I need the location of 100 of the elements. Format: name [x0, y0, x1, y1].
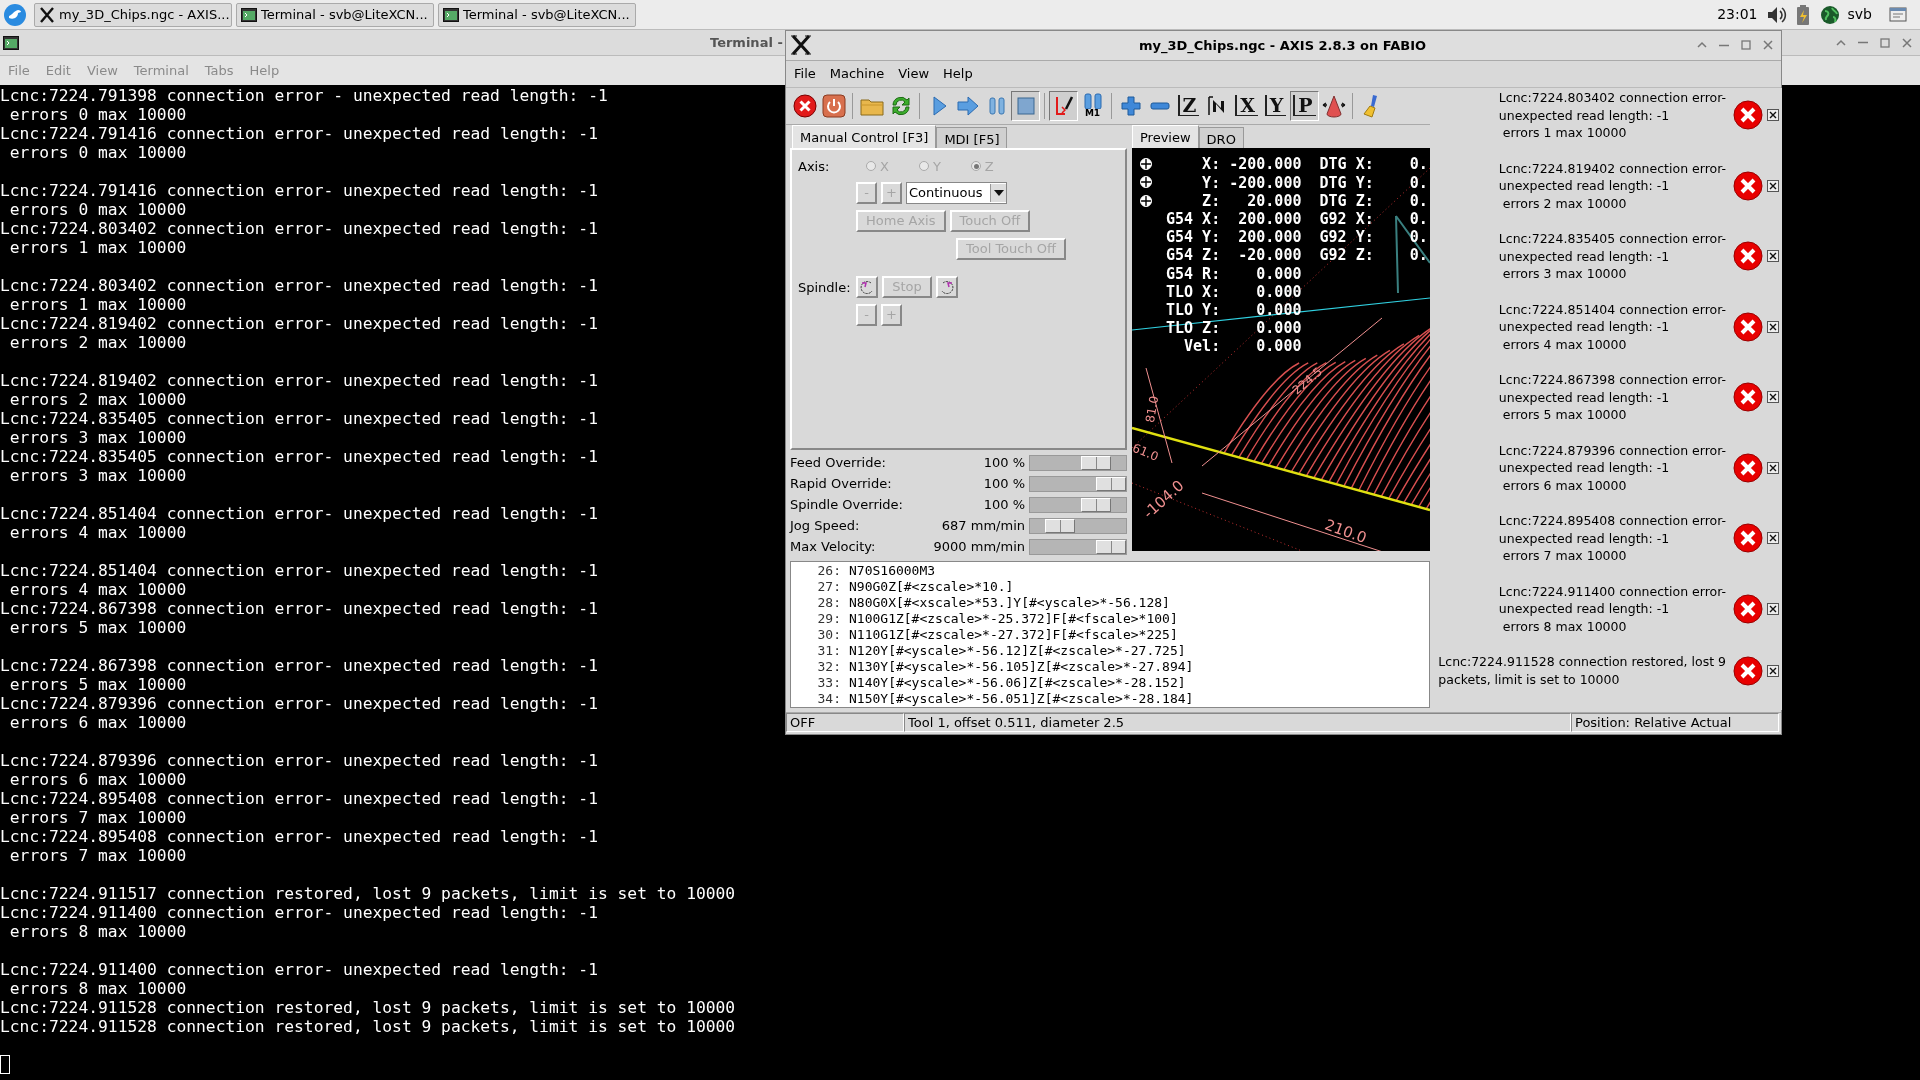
code-line: N140Y[#<yscale>*-56.06]Z[#<zscale>*-28.152] — [849, 675, 1186, 692]
notification-text: Lcnc:7224.835405 connection error- unexpected read length: -1 errors 3 max 10000 — [1498, 230, 1726, 283]
close-button[interactable] — [1767, 179, 1779, 192]
spindle-button[interactable] — [936, 276, 958, 299]
error-icon — [1732, 451, 1764, 484]
notification-text: Lcnc:7224.895408 connection error- unexpected read length: -1 errors 7 max 10000 — [1498, 512, 1726, 565]
dro-line: TLO X: 0.000 — [1166, 282, 1303, 301]
close-button[interactable] — [1767, 602, 1779, 615]
menu-item[interactable]: Machine — [829, 63, 885, 84]
slider-value: 687 mm/min — [941, 517, 1025, 536]
terminal-line: Lcnc:7224.819402 connection error- unexpected read length: -1 — [0, 314, 598, 333]
tab[interactable]: Preview — [1132, 125, 1199, 149]
terminal-line: errors 3 max 10000 — [8, 466, 187, 485]
toolbar-button[interactable]: X — [1232, 90, 1261, 121]
dro-line: Vel: 0.000 — [1183, 337, 1303, 356]
caret-icon — [993, 190, 1004, 197]
terminal-line: errors 8 max 10000 — [8, 979, 187, 998]
close-button[interactable] — [1767, 461, 1779, 474]
menu-item[interactable]: File — [794, 63, 816, 84]
error-icon — [1732, 240, 1764, 273]
slider-thumb[interactable] — [1096, 539, 1126, 554]
slider-track[interactable] — [1029, 538, 1127, 555]
toolbar-button[interactable]: Z — [1174, 90, 1203, 121]
close-button[interactable] — [1767, 109, 1779, 122]
close-icon — [1769, 111, 1777, 120]
field-label: Spindle: — [798, 278, 852, 297]
slider-label: Rapid Override: — [790, 475, 893, 494]
close-button[interactable] — [1767, 320, 1779, 333]
bars-icon — [1081, 93, 1104, 110]
taskbar-button[interactable]: Terminal - svb@LiteXCN... — [236, 2, 434, 27]
user-name[interactable]: svb — [1847, 4, 1872, 25]
close-icon — [1769, 252, 1777, 261]
close-icon — [1901, 36, 1913, 49]
error-icon — [1732, 310, 1764, 343]
close-button[interactable] — [1767, 664, 1779, 677]
menu-item[interactable]: Help — [943, 63, 973, 84]
error-icon — [1732, 381, 1764, 414]
start-menu-icon[interactable] — [3, 2, 27, 27]
terminal-line: Lcnc:7224.835405 connection error- unexpected read length: -1 — [0, 409, 598, 428]
terminal-line: Lcnc:7224.867398 connection error- unexpected read length: -1 — [0, 656, 598, 675]
toolbar-button[interactable] — [1049, 90, 1078, 121]
window-title: Terminal - — [710, 33, 783, 52]
close-icon — [1769, 393, 1777, 402]
terminal-line: Lcnc:7224.803402 connection error- unexpected read length: -1 — [0, 219, 598, 238]
close-button[interactable] — [1767, 391, 1779, 404]
slider-thumb[interactable] — [1081, 497, 1112, 512]
terminal-line: Lcnc:7224.911528 connection restored, lost 9 packets, limit is set to 10000 — [0, 1017, 736, 1036]
close-button[interactable] — [1767, 250, 1779, 263]
toolbar-button[interactable]: M1 — [1078, 90, 1107, 121]
taskbar-button[interactable]: Terminal - svb@LiteXCN... — [438, 2, 636, 27]
tab[interactable]: Manual Control [F3] — [792, 125, 937, 149]
line-number: 32: — [816, 659, 841, 676]
slider-value: 100 % — [983, 475, 1025, 494]
slider-thumb[interactable] — [1081, 455, 1112, 470]
line-number: 31: — [816, 643, 841, 660]
terminal-line: errors 4 max 10000 — [8, 523, 187, 542]
text-cursor — [0, 1055, 10, 1074]
dro-line: Z: 20.000 DTG Z: 0. — [1201, 191, 1428, 210]
toolbar-button[interactable]: Y — [1261, 90, 1290, 121]
close-icon — [1769, 534, 1777, 543]
window-icon[interactable] — [1888, 4, 1908, 25]
terminal-icon — [3, 35, 19, 50]
slider-thumb[interactable] — [1096, 476, 1126, 491]
terminal-line: Lcnc:7224.835405 connection error- unexpected read length: -1 — [0, 447, 598, 466]
tab[interactable]: MDI [F5] — [936, 127, 1008, 149]
terminal-line: errors 3 max 10000 — [8, 428, 187, 447]
line-number: 27: — [816, 579, 841, 596]
x-logo-icon — [790, 34, 812, 57]
terminal-line: errors 5 max 10000 — [8, 675, 187, 694]
close-button[interactable] — [1767, 532, 1779, 545]
terminal-line: Lcnc:7224.791398 connection error - unexpected read length: -1 — [0, 86, 608, 105]
status-cell: Tool 1, offset 0.511, diameter 2.5 — [904, 713, 1571, 733]
tab[interactable]: DRO — [1198, 127, 1244, 149]
slider-track[interactable] — [1029, 475, 1127, 492]
rotate-left-icon — [859, 279, 875, 296]
globe-icon[interactable] — [1819, 4, 1840, 25]
error-icon — [1732, 522, 1764, 555]
slider-track[interactable] — [1029, 496, 1127, 513]
speaker-icon[interactable] — [1765, 4, 1788, 25]
slider-track[interactable] — [1029, 454, 1127, 471]
dro-line: Y: -200.000 DTG Y: 0. — [1201, 173, 1428, 192]
close-icon — [1769, 666, 1777, 675]
clock-text: 23:01 — [1717, 5, 1758, 24]
terminal-line: Lcnc:7224.879396 connection error- unexpected read length: -1 — [0, 694, 598, 713]
terminal-line: Lcnc:7224.803402 connection error- unexpected read length: -1 — [0, 276, 598, 295]
slider-track[interactable] — [1029, 517, 1127, 534]
toolbar-button[interactable]: P — [1290, 90, 1319, 121]
window-title: my_3D_Chips.ngc - AXIS 2.8.3 on FABIO — [1137, 36, 1428, 56]
menu-item[interactable]: View — [898, 63, 930, 84]
code-line: N80G0X[#<xscale>*53.]Y[#<yscale>*-56.128] — [849, 595, 1170, 612]
close-icon — [1769, 463, 1777, 472]
error-icon — [1732, 99, 1764, 132]
slider-thumb[interactable] — [1044, 518, 1075, 533]
terminal-line: errors 7 max 10000 — [8, 846, 187, 865]
notification-text: Lcnc:7224.911528 connection restored, lost 9 packets, limit is set to 10000 — [1438, 653, 1726, 688]
notification-text: Lcnc:7224.867398 connection error- unexpected read length: -1 errors 5 max 10000 — [1498, 371, 1726, 424]
taskbar-button[interactable]: my_3D_Chips.ngc - AXIS... — [34, 2, 232, 27]
battery-icon[interactable] — [1795, 3, 1810, 26]
minimize-icon — [1858, 41, 1868, 44]
spindle-button[interactable] — [856, 276, 878, 299]
